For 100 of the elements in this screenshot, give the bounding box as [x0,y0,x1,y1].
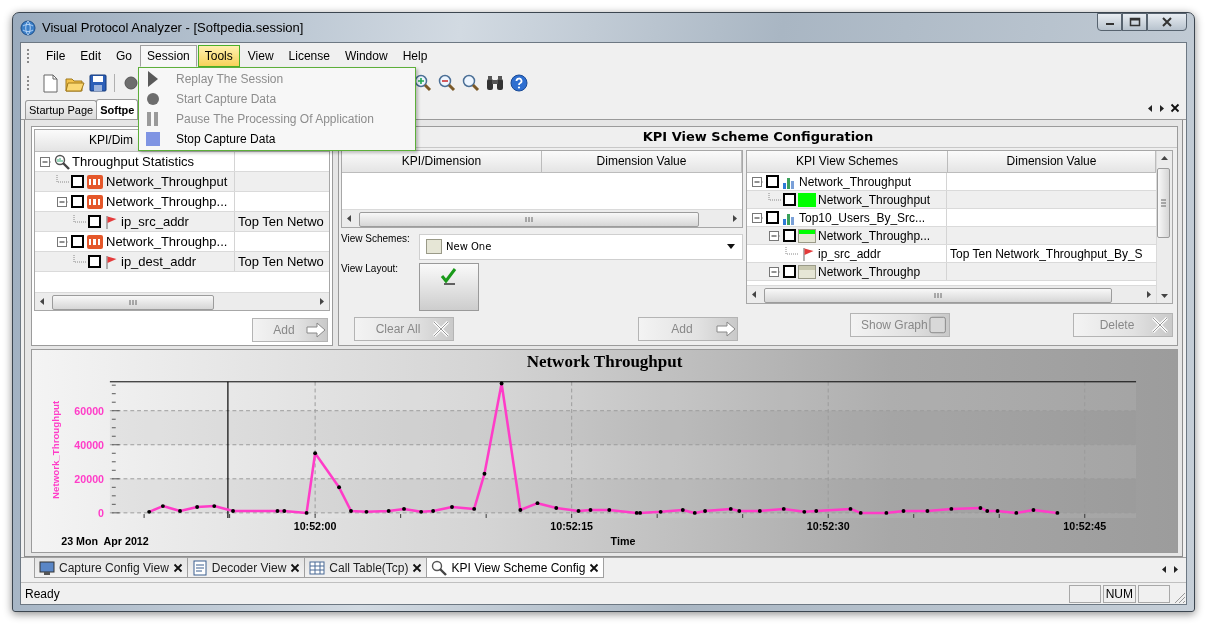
menu-item[interactable]: Go [109,45,140,67]
menu-item[interactable]: Edit [73,45,109,67]
close-icon[interactable] [412,562,423,573]
grip-icon [525,216,533,223]
vertical-scrollbar[interactable] [1156,151,1172,303]
checkbox[interactable] [766,211,779,224]
close-button[interactable] [1147,13,1187,31]
data-point [364,509,369,514]
tree-item[interactable]: ip_dest_addr [121,254,197,269]
data-point [1055,510,1060,515]
help-icon[interactable] [507,72,531,94]
toolbar-grip [27,49,32,63]
horizontal-scrollbar[interactable] [342,209,742,227]
data-point [337,485,341,490]
checkbox[interactable] [71,175,84,188]
close-icon[interactable] [290,562,301,573]
cursor-line[interactable] [227,381,229,519]
data-point [949,506,954,511]
cross-icon [1150,314,1170,335]
data-point [518,508,523,512]
menu-item[interactable]: Help [395,45,435,67]
collapse-toggle[interactable] [55,194,69,209]
scrollbar-thumb[interactable] [52,295,214,310]
data-point [978,506,983,510]
checkbox[interactable] [783,193,796,206]
app-icon [20,19,36,36]
data-point [1014,510,1019,515]
collapse-toggle[interactable] [767,228,781,243]
column-header[interactable]: KPI/Dimension [342,151,542,172]
close-icon[interactable] [1170,103,1180,113]
data-point [419,509,424,514]
menu-item[interactable]: File [39,45,73,67]
column-header[interactable]: KPI/Dim [35,130,135,151]
magnifier-icon [431,559,448,576]
checkbox[interactable] [88,215,101,228]
minimize-button[interactable] [1097,13,1122,31]
data-point [858,510,863,515]
tree-item[interactable]: ip_src_addr [121,214,189,229]
data-point [737,509,742,513]
tree-item[interactable]: Throughput Statistics [72,154,195,169]
checkbox[interactable] [783,229,796,242]
maximize-icon [1128,17,1141,27]
horizontal-scrollbar[interactable] [35,292,329,310]
tree-item[interactable]: Top10_Users_By_Src... [799,210,926,225]
axis-title: Time [610,535,636,548]
document-tab[interactable]: Decoder View [186,558,306,578]
collapse-toggle[interactable] [767,264,781,279]
data-point [313,451,318,456]
scroll-left-icon[interactable] [1160,564,1168,574]
close-icon[interactable] [589,562,600,573]
maximize-button[interactable] [1122,13,1147,31]
collapse-toggle[interactable] [750,174,764,189]
collapse-toggle[interactable] [38,154,52,169]
collapse-toggle[interactable] [750,210,764,225]
scroll-right-icon[interactable] [1172,564,1180,574]
document-tab[interactable]: Capture Config View [34,558,188,578]
field-label: View Schemes: [341,233,411,244]
document-tab[interactable]: Call Table(Tcp) [304,558,428,578]
close-icon[interactable] [172,562,183,573]
scroll-right-icon[interactable] [1158,103,1166,113]
document-tab[interactable]: KPI View Scheme Config [426,558,605,578]
cross-icon [431,319,451,339]
resize-grip[interactable] [1172,590,1186,604]
tree-item[interactable]: Network_Throughp... [106,234,228,249]
save-icon[interactable] [86,72,110,94]
collapse-toggle[interactable] [55,234,69,249]
tree-item[interactable]: Network_Throughput [799,174,912,189]
scrollbar-thumb[interactable] [764,288,1112,303]
document-tab[interactable]: Startup Page [25,100,98,119]
data-point [275,509,280,513]
checkbox[interactable] [71,195,84,208]
checkbox[interactable] [88,255,101,268]
tile-icon [86,193,104,210]
document-tab[interactable]: Softpe [96,99,139,119]
layout-picker[interactable] [419,263,479,311]
axis-tick-label: 40000 [74,438,105,451]
menu-item[interactable]: Tools [197,45,240,67]
magnifier-icon [54,153,70,170]
data-point [925,509,930,513]
menu-item[interactable]: License [281,45,337,67]
data-point [901,509,906,513]
checkbox[interactable] [783,265,796,278]
axis-tick-label: 10:52:00 [293,519,337,532]
tree-item[interactable]: Network_Throughp... [106,194,228,209]
column-header[interactable]: KPI View Schemes [747,151,948,172]
scrollbar-thumb[interactable] [1157,168,1170,238]
menu-item[interactable]: Session [140,45,197,67]
menu-item[interactable]: Window [337,45,395,67]
column-header[interactable]: Dimension Value [542,151,742,172]
arrow-icon [715,319,735,339]
scheme-dropdown[interactable]: New One [419,233,743,260]
horizontal-scrollbar[interactable] [747,285,1156,303]
scrollbar-thumb[interactable] [359,212,699,227]
checkbox[interactable] [766,175,779,188]
tree-item[interactable]: ip_src_addr [818,246,881,261]
scroll-left-icon[interactable] [1146,103,1154,113]
data-point [431,509,436,513]
menu-item[interactable]: View [240,45,281,67]
checkbox[interactable] [71,235,84,248]
axis-tick-label: 10:52:45 [1063,519,1107,532]
